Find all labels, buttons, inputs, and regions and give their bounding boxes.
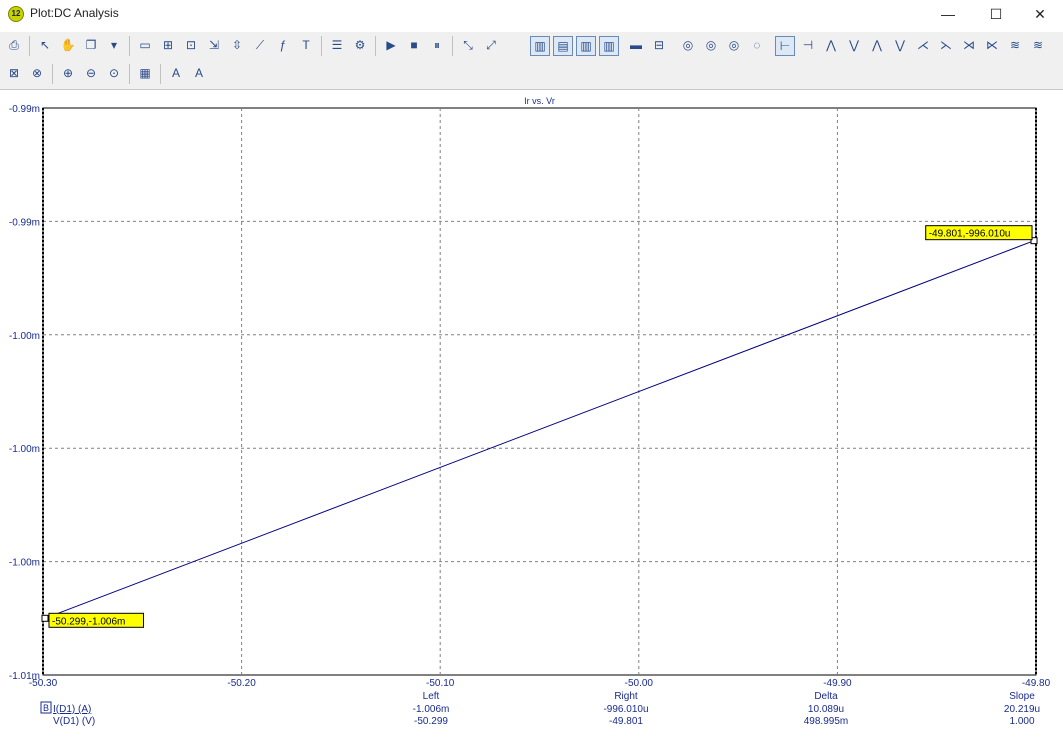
y-tick-label: -1.00m <box>9 558 40 569</box>
readout-row-label[interactable]: I(D1) (A) <box>53 704 91 715</box>
cursor-tool-11-icon[interactable]: ≋ <box>1005 36 1025 56</box>
zoom-window-icon[interactable]: ⊞ <box>158 36 178 56</box>
print-icon[interactable]: ⎙ <box>4 36 24 56</box>
cursor-tool-7-icon[interactable]: ⋌ <box>913 36 933 56</box>
minimize-button[interactable]: — <box>925 0 971 28</box>
settings-icon[interactable]: ⚙ <box>350 36 370 56</box>
cursor-tool-2-icon[interactable]: ⊣ <box>798 36 818 56</box>
plot-frame <box>42 107 1037 676</box>
zoom-clear-icon[interactable]: ◌ <box>747 36 767 56</box>
readout-header: Left <box>423 691 440 702</box>
app-icon: 12 <box>8 6 24 22</box>
readout-value: 20.219u <box>1004 704 1040 715</box>
cursor-tool-4-icon[interactable]: ⋁ <box>844 36 864 56</box>
pointer-icon[interactable]: ↖ <box>35 36 55 56</box>
cursor-a-icon[interactable]: ⤡ <box>458 36 478 56</box>
fit-icon[interactable]: ⊠ <box>4 64 24 84</box>
readout-value: -996.010u <box>603 704 648 715</box>
readout-header: Right <box>614 691 638 702</box>
zoom-100-icon[interactable]: ⊙ <box>104 64 124 84</box>
dropdown-icon[interactable]: ▾ <box>104 36 124 56</box>
x-tick-label: -49.80 <box>1022 678 1051 689</box>
cursor-label: -49.801,-996.010u <box>929 229 1011 240</box>
zoom-out-icon[interactable]: ⊖ <box>81 64 101 84</box>
cursor-tool-5-icon[interactable]: ⋀ <box>867 36 887 56</box>
close-button[interactable]: ✕ <box>1017 0 1063 28</box>
chart-title: Ir vs. Vr <box>524 96 555 106</box>
cursor-tool-12-icon[interactable]: ≋ <box>1028 36 1048 56</box>
pause-icon[interactable]: ⏸ <box>427 36 447 56</box>
x-tick-label: -50.20 <box>227 678 256 689</box>
font-color-icon[interactable]: A <box>189 64 209 84</box>
toolbar-separator <box>160 64 161 84</box>
readout-value: -49.801 <box>609 716 643 727</box>
toolbar-separator <box>321 36 322 56</box>
readout-value: -1.006m <box>413 704 450 715</box>
x-tick-label: -49.90 <box>823 678 852 689</box>
y-tick-label: -0.99m <box>9 104 40 115</box>
y-tick-label: -1.00m <box>9 444 40 455</box>
cursor-tool-9-icon[interactable]: ⋊ <box>959 36 979 56</box>
zoom-fit-icon[interactable]: ⊡ <box>181 36 201 56</box>
function-icon[interactable]: ƒ <box>273 36 293 56</box>
toolbar-separator <box>452 36 453 56</box>
title-bar: 12 Plot:DC Analysis — ☐ ✕ <box>0 0 1063 28</box>
zoom-x-icon[interactable]: ⇲ <box>204 36 224 56</box>
plot-area: Ir vs. Vr -50.30 -50.20 -50.10 -50.00 -49.90-… <box>0 90 1063 739</box>
zoom-prev-icon[interactable]: ◎ <box>701 36 721 56</box>
view-layout-2-icon[interactable]: ▤ <box>553 36 573 56</box>
toolbar-separator <box>52 64 53 84</box>
view-layout-3-icon[interactable]: ▥ <box>576 36 596 56</box>
run-icon[interactable]: ▶ <box>381 36 401 56</box>
fit-all-icon[interactable]: ⊗ <box>27 64 47 84</box>
readout-value: 498.995m <box>804 716 848 727</box>
y-tick-label: -1.00m <box>9 331 40 342</box>
cursor-tool-6-icon[interactable]: ⋁ <box>890 36 910 56</box>
series-badge-label: B <box>43 703 49 713</box>
cursor-tool-8-icon[interactable]: ⋋ <box>936 36 956 56</box>
cursor-marker[interactable] <box>41 614 49 622</box>
readout-value: 10.089u <box>808 704 844 715</box>
readout-row-label: V(D1) (V) <box>53 716 95 727</box>
readout-value: -50.299 <box>414 716 448 727</box>
zoom-reset-icon[interactable]: ◎ <box>678 36 698 56</box>
window-icon[interactable]: ▭ <box>135 36 155 56</box>
hand-icon[interactable]: ✋ <box>58 36 78 56</box>
copy-icon[interactable]: ❐ <box>81 36 101 56</box>
x-tick-label: -50.00 <box>625 678 654 689</box>
zoom-y-icon[interactable]: ⇳ <box>227 36 247 56</box>
toolbar-separator <box>129 64 130 84</box>
h-cursor-icon[interactable]: ▬ <box>626 36 646 56</box>
plot-chart[interactable]: Ir vs. Vr-50.30 -50.20 -50.10 -50.00 -49.90-… <box>0 90 1063 739</box>
y-tick-label: -0.99m <box>9 217 40 228</box>
font-icon[interactable]: A <box>166 64 186 84</box>
view-layout-1-icon[interactable]: ▥ <box>530 36 550 56</box>
grid-icon[interactable]: ▦ <box>135 64 155 84</box>
cursor-b-icon[interactable]: ⤢ <box>481 36 501 56</box>
toolbar-separator <box>375 36 376 56</box>
cursor-tool-3-icon[interactable]: ⋀ <box>821 36 841 56</box>
text-icon[interactable]: T <box>296 36 316 56</box>
toolbar-separator <box>129 36 130 56</box>
readout-value: 1.000 <box>1009 716 1034 727</box>
cursor-label: -50.299,-1.006m <box>52 616 125 627</box>
main-toolbar: ⎙ ↖ ✋ ❐ ▾ ▭ ⊞ ⊡ ⇲ ⇳ ⟋ ƒ T ☰ ⚙ ▶ ■ ⏸ ⤡ ⤢ ▥ ▤ ▥ ▥ ▬ ⊟ ◎ ◎ ◎ ◌ ⊢ ⊣ ⋀ ⋁ ⋀ ⋁ ⋌ ⋋ ⋊ ⋉… <box>0 32 1063 60</box>
readout-header: Delta <box>814 691 838 702</box>
toolbar-separator <box>29 36 30 56</box>
zoom-in-icon[interactable]: ⊕ <box>58 64 78 84</box>
window-title: Plot:DC Analysis <box>30 6 119 20</box>
x-tick-label: -50.10 <box>426 678 455 689</box>
v-cursor-icon[interactable]: ⊟ <box>649 36 669 56</box>
cursor-tool-1-icon[interactable]: ⊢ <box>775 36 795 56</box>
view-layout-4-icon[interactable]: ▥ <box>599 36 619 56</box>
readout-header: Slope <box>1009 691 1035 702</box>
cursor-tool-10-icon[interactable]: ⋉ <box>982 36 1002 56</box>
graph-icon[interactable]: ⟋ <box>250 36 270 56</box>
stop-icon[interactable]: ■ <box>404 36 424 56</box>
zoom-next-icon[interactable]: ◎ <box>724 36 744 56</box>
maximize-button[interactable]: ☐ <box>973 0 1019 28</box>
properties-icon[interactable]: ☰ <box>327 36 347 56</box>
secondary-toolbar: ⊠ ⊗ ⊕ ⊖ ⊙ ▦ A A <box>0 60 1063 90</box>
y-tick-label: -1.01m <box>9 671 40 682</box>
